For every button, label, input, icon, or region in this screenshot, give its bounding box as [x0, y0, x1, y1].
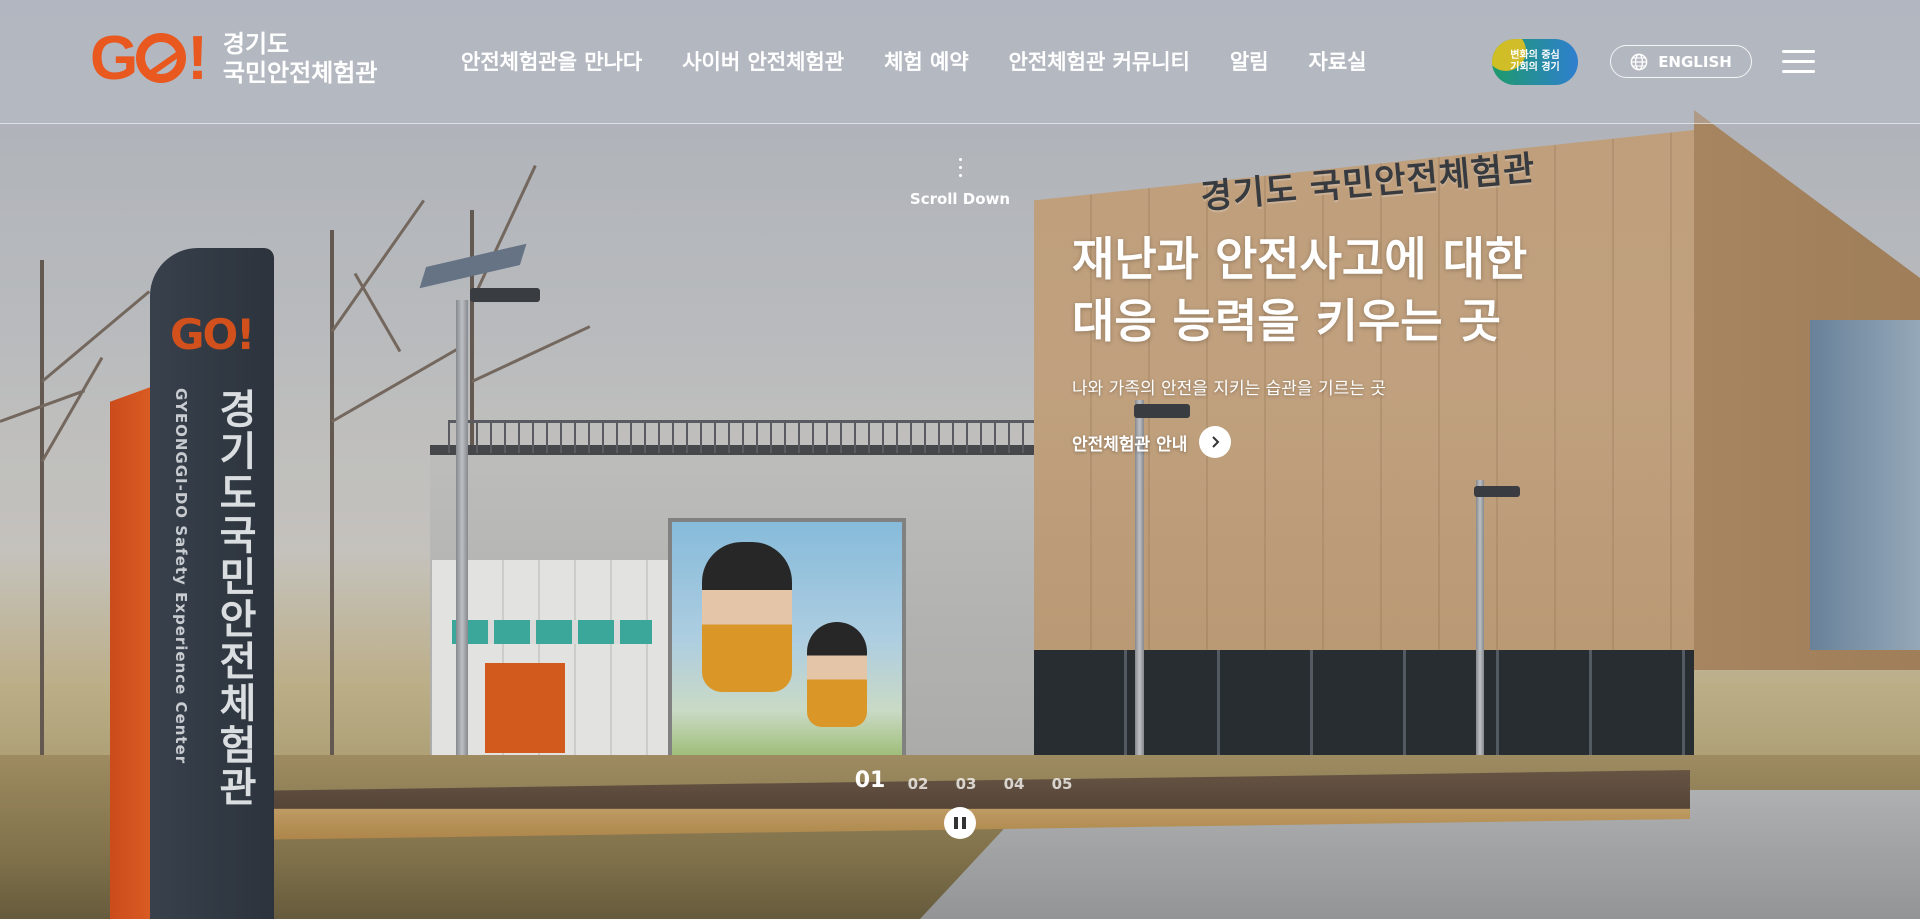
slide-dot-01[interactable]: 01 — [846, 768, 894, 793]
logo-text: 경기도 국민안전체험관 — [223, 30, 378, 88]
nav-item-notice[interactable]: 알림 — [1230, 46, 1269, 76]
go-logo-mark: G! — [90, 24, 208, 93]
nav-item-cyber[interactable]: 사이버 안전체험관 — [682, 46, 844, 76]
logo-line-2: 국민안전체험관 — [222, 59, 378, 87]
gyeonggi-slogan-badge[interactable]: 변화의 중심 기회의 경기 — [1492, 39, 1578, 85]
slide-dot-02[interactable]: 02 — [894, 775, 942, 793]
logo-line-1: 경기도 — [222, 30, 290, 58]
scroll-dots-icon — [900, 158, 1020, 177]
badge-line-1: 변화의 중심 — [1510, 50, 1560, 61]
guide-link[interactable]: 안전체험관 안내 — [1072, 426, 1232, 458]
slide-pagination: 01 02 03 04 05 — [846, 768, 1086, 793]
hero-title-line-2: 대응 능력을 키우는 곳 — [1072, 294, 1501, 348]
globe-icon — [1630, 53, 1648, 70]
scroll-down-label: Scroll Down — [909, 190, 1011, 208]
guide-link-label: 안전체험관 안내 — [1072, 434, 1188, 455]
hero-title: 재난과 안전사고에 대한 대응 능력을 키우는 곳 — [1072, 228, 1527, 352]
pause-icon[interactable] — [944, 807, 976, 839]
badge-line-2: 기회의 경기 — [1510, 62, 1560, 73]
english-button[interactable]: ENGLISH — [1610, 45, 1752, 78]
hero-subtitle: 나와 가족의 안전을 지키는 습관을 기르는 곳 — [1072, 379, 1386, 399]
logo-o-glyph — [136, 33, 187, 83]
site-header: G! 경기도 국민안전체험관 안전체험관을 만나다 사이버 안전체험관 체험 예… — [0, 0, 1920, 124]
site-logo[interactable]: G! 경기도 국민안전체험관 — [90, 28, 377, 90]
slide-dot-04[interactable]: 04 — [990, 775, 1038, 793]
english-button-label: ENGLISH — [1658, 52, 1732, 71]
nav-item-meet[interactable]: 안전체험관을 만나다 — [461, 46, 642, 76]
chevron-right-icon[interactable] — [1199, 426, 1232, 458]
slide-dot-05[interactable]: 05 — [1038, 775, 1086, 793]
main-nav: 안전체험관을 만나다 사이버 안전체험관 체험 예약 안전체험관 커뮤니티 알림… — [461, 46, 1406, 76]
nav-item-reservation[interactable]: 체험 예약 — [884, 46, 969, 76]
hero-title-line-1: 재난과 안전사고에 대한 — [1072, 232, 1528, 286]
scroll-down-button[interactable]: Scroll Down — [900, 158, 1020, 208]
hamburger-menu-icon[interactable] — [1782, 50, 1815, 74]
nav-item-resources[interactable]: 자료실 — [1309, 46, 1367, 76]
slide-dot-03[interactable]: 03 — [942, 775, 990, 793]
nav-item-community[interactable]: 안전체험관 커뮤니티 — [1009, 46, 1190, 76]
